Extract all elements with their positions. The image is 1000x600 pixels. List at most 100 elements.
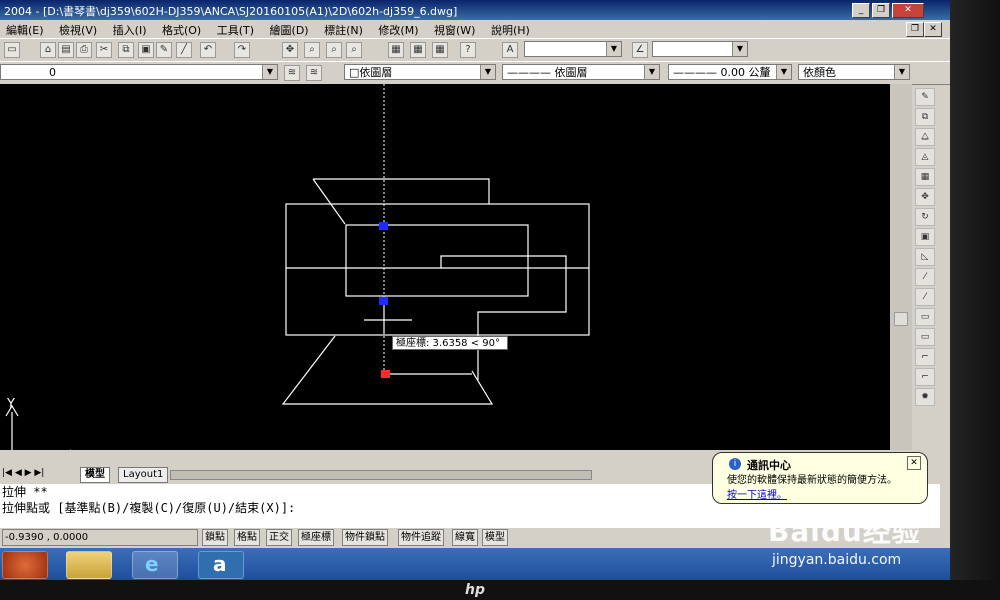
linetype-select[interactable]: ———— 依圖層 ▼: [502, 64, 660, 80]
grip-top[interactable]: [379, 222, 388, 230]
info-icon: i: [729, 458, 741, 470]
rotate-icon[interactable]: ↻: [915, 208, 935, 226]
copy-icon[interactable]: ⧉: [118, 42, 134, 58]
plotstyle-value: 依顏色: [803, 66, 836, 79]
grip-selected[interactable]: [381, 370, 390, 378]
zoom-realtime-icon[interactable]: ⌕: [304, 42, 320, 58]
internet-explorer-icon[interactable]: e: [132, 551, 178, 579]
make-current-layer-icon[interactable]: ≋: [284, 65, 300, 81]
paste-icon[interactable]: ▣: [138, 42, 154, 58]
help-icon[interactable]: ?: [460, 42, 476, 58]
minimize-button[interactable]: _: [852, 3, 870, 18]
watermark-brand: Baidu经验: [768, 515, 921, 548]
menu-window[interactable]: 視窗(W): [428, 20, 481, 40]
pan-icon[interactable]: ✥: [282, 42, 298, 58]
erase-icon[interactable]: ✎: [915, 88, 935, 106]
start-button[interactable]: [2, 551, 48, 579]
polar-toggle[interactable]: 極座標: [298, 529, 334, 546]
axis-y-label: Y: [6, 397, 15, 412]
otrack-toggle[interactable]: 物件追蹤: [398, 529, 444, 546]
doc-restore-button[interactable]: ❐: [906, 22, 924, 37]
save-icon[interactable]: ▤: [58, 42, 74, 58]
autocad-taskbar-icon[interactable]: a: [198, 551, 244, 579]
move-icon[interactable]: ✥: [915, 188, 935, 206]
snap-toggle[interactable]: 鎖點: [202, 529, 228, 546]
menu-tools[interactable]: 工具(T): [211, 20, 260, 40]
tab-model[interactable]: 模型: [80, 467, 110, 483]
grip-middle[interactable]: [379, 297, 388, 305]
balloon-link[interactable]: 按一下這裡。: [727, 486, 787, 501]
model-toggle[interactable]: 模型: [482, 529, 508, 546]
color-select[interactable]: □依圖層 ▼: [344, 64, 496, 80]
menu-draw[interactable]: 繪圖(D): [264, 20, 315, 40]
trim-icon[interactable]: ⁄: [915, 268, 935, 286]
copy-object-icon[interactable]: ⧉: [915, 108, 935, 126]
zoom-window-icon[interactable]: ⌕: [326, 42, 342, 58]
tab-nav-arrows[interactable]: |◀ ◀ ▶ ▶|: [2, 468, 44, 478]
outer-rectangle: [285, 203, 590, 336]
menu-modify[interactable]: 修改(M): [372, 20, 424, 40]
scale-icon[interactable]: ▣: [915, 228, 935, 246]
color-value: □依圖層: [349, 66, 393, 79]
array-icon[interactable]: ▦: [915, 168, 935, 186]
chamfer-icon[interactable]: ⌐: [915, 348, 935, 366]
tab-layout1[interactable]: Layout1: [118, 467, 169, 483]
grid-toggle[interactable]: 格點: [234, 529, 260, 546]
scroll-thumb[interactable]: [894, 312, 908, 326]
window-title: 2004 - [D:\書琴書\dj359\602H-DJ359\ANCA\SJ2…: [4, 5, 458, 18]
polar-tooltip: 極座標: 3.6358 < 90°: [392, 336, 508, 350]
lineweight-select[interactable]: ———— 0.00 公釐 ▼: [668, 64, 792, 80]
menu-dimension[interactable]: 標註(N): [318, 20, 369, 40]
extend-icon[interactable]: ⁄: [915, 288, 935, 306]
ortho-toggle[interactable]: 正交: [266, 529, 292, 546]
break-icon[interactable]: ▭: [915, 308, 935, 326]
open-icon[interactable]: ⌂: [40, 42, 56, 58]
dim-style-icon[interactable]: ∠: [632, 42, 648, 58]
vertical-scrollbar[interactable]: [890, 84, 912, 450]
tool-palettes-icon[interactable]: ▦: [432, 42, 448, 58]
redo-icon[interactable]: ↷: [234, 42, 250, 58]
join-icon[interactable]: ▭: [915, 328, 935, 346]
layer-value: 0: [49, 66, 56, 79]
close-button[interactable]: ✕: [892, 3, 924, 18]
modify-toolbar: ✎ ⧉ ⧋ ◬ ▦ ✥ ↻ ▣ ◺ ⁄ ⁄ ▭ ▭ ⌐ ⌐ ✹: [912, 86, 938, 466]
layer-previous-icon[interactable]: ≋: [306, 65, 322, 81]
menu-view[interactable]: 檢視(V): [53, 20, 103, 40]
match-properties-icon[interactable]: ✎: [156, 42, 172, 58]
doc-close-button[interactable]: ✕: [924, 22, 942, 37]
explode-icon[interactable]: ✹: [915, 388, 935, 406]
design-center-icon[interactable]: ▦: [410, 42, 426, 58]
plotstyle-select[interactable]: 依顏色 ▼: [798, 64, 910, 80]
hp-logo: hp: [465, 582, 485, 598]
brush-icon[interactable]: ╱: [176, 42, 192, 58]
menu-insert[interactable]: 插入(I): [107, 20, 153, 40]
undo-icon[interactable]: ↶: [200, 42, 216, 58]
explorer-taskbar-icon[interactable]: [66, 551, 112, 579]
properties-icon[interactable]: ▦: [388, 42, 404, 58]
text-style-icon[interactable]: A: [502, 42, 518, 58]
osnap-toggle[interactable]: 物件鎖點: [342, 529, 388, 546]
layer-select[interactable]: 0 ▼: [0, 64, 278, 80]
title-bar: 2004 - [D:\書琴書\dj359\602H-DJ359\ANCA\SJ2…: [0, 0, 950, 20]
new-icon[interactable]: ▭: [4, 42, 20, 58]
balloon-body: 使您的軟體保持最新狀態的簡便方法。: [727, 475, 897, 486]
balloon-close-button[interactable]: ✕: [907, 456, 921, 470]
lineweight-toggle[interactable]: 線寬: [452, 529, 478, 546]
restore-button[interactable]: ❐: [872, 3, 890, 18]
zoom-previous-icon[interactable]: ⌕: [346, 42, 362, 58]
menu-edit[interactable]: 編輯(E): [0, 20, 50, 40]
print-icon[interactable]: ⎙: [76, 42, 92, 58]
properties-toolbar: 0 ▼ ≋ ≋ □依圖層 ▼ ———— 依圖層 ▼ ———— 0.00 公釐 ▼…: [0, 61, 950, 85]
horizontal-scrollbar[interactable]: [170, 470, 592, 480]
menu-format[interactable]: 格式(O): [156, 20, 207, 40]
drawing-area[interactable]: Y X: [0, 84, 890, 466]
stretch-icon[interactable]: ◺: [915, 248, 935, 266]
text-style-select[interactable]: ▼: [524, 41, 622, 57]
cut-icon[interactable]: ✂: [96, 42, 112, 58]
menu-help[interactable]: 說明(H): [485, 20, 536, 40]
mirror-icon[interactable]: ⧋: [915, 128, 935, 146]
offset-icon[interactable]: ◬: [915, 148, 935, 166]
screen: 2004 - [D:\書琴書\dj359\602H-DJ359\ANCA\SJ2…: [0, 0, 950, 580]
fillet-icon[interactable]: ⌐: [915, 368, 935, 386]
dim-style-select[interactable]: ▼: [652, 41, 748, 57]
